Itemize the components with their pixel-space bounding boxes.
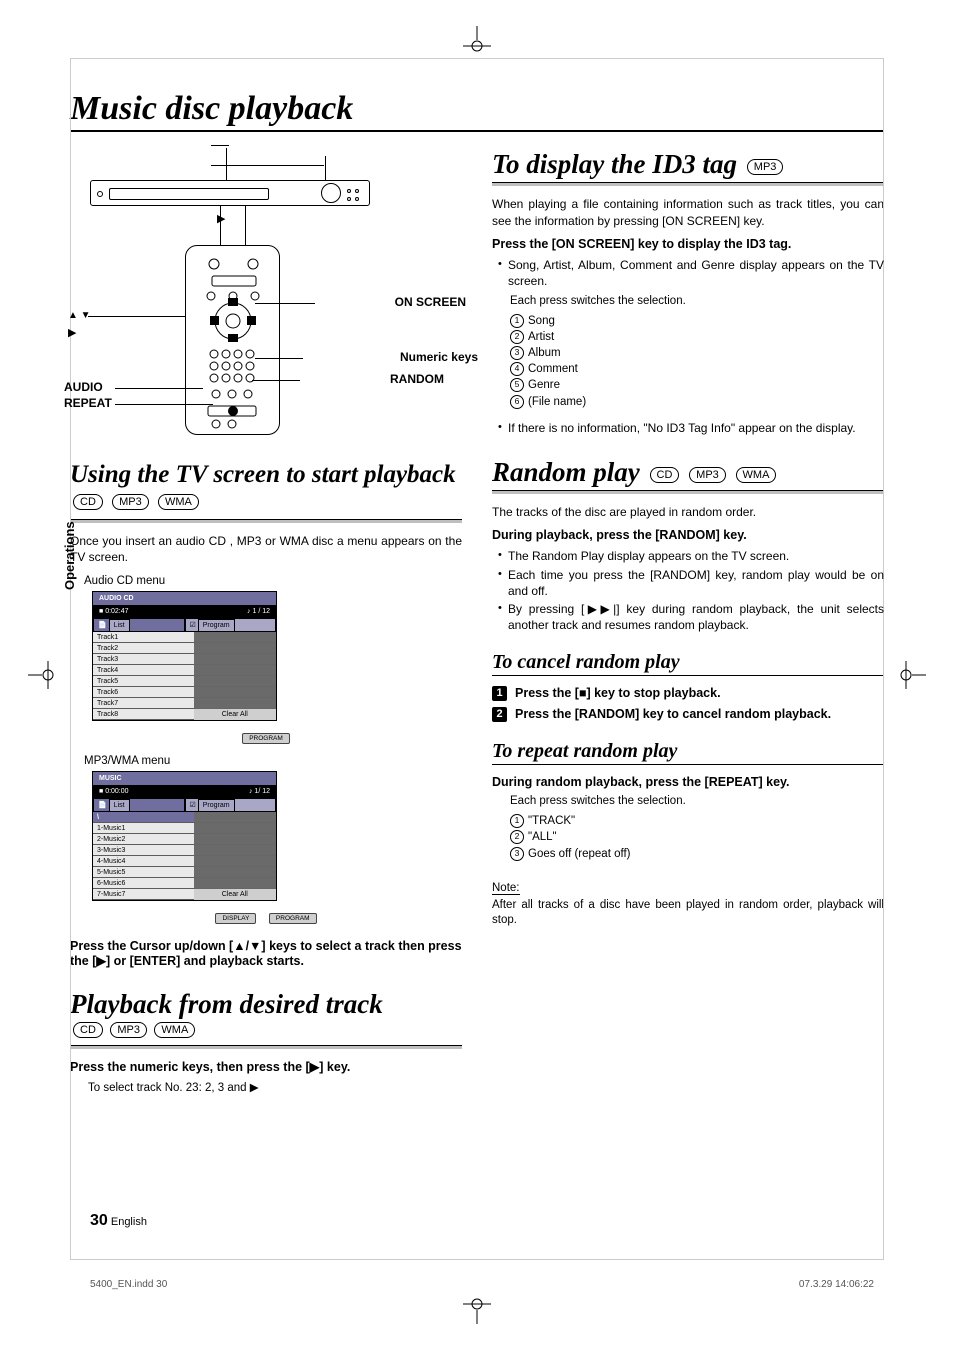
left-column: ▶ bbox=[70, 150, 462, 1100]
section-title-text: Random play bbox=[492, 457, 640, 487]
list-item: Comment bbox=[528, 361, 884, 377]
random-bullet: By pressing [▶▶|] key during random play… bbox=[498, 601, 884, 633]
section-random-play: Random play CD MP3 WMA bbox=[492, 458, 884, 486]
osd-btn-display: DISPLAY bbox=[215, 913, 256, 924]
id3-bullet-noinfo: If there is no information, "No ID3 Tag … bbox=[498, 420, 884, 436]
list-item: Album bbox=[528, 345, 884, 361]
section-title-text: To display the ID3 tag bbox=[492, 149, 737, 179]
page-number: 30 English bbox=[90, 1212, 147, 1230]
osd-title: MUSIC bbox=[93, 772, 276, 785]
id3-intro: When playing a file containing informati… bbox=[492, 196, 884, 228]
remote-control-illustration bbox=[185, 245, 280, 435]
numeric-example: To select track No. 23: 2, 3 and ▶ bbox=[88, 1080, 462, 1094]
list-item: Artist bbox=[528, 329, 884, 345]
tag-mp3: MP3 bbox=[112, 494, 149, 510]
id3-selection-list: Song Artist Album Comment Genre (File na… bbox=[510, 313, 884, 410]
tag-mp3: MP3 bbox=[110, 1022, 147, 1038]
label-numeric-keys: Numeric keys bbox=[400, 350, 478, 364]
cursor-instruction: Press the Cursor up/down [▲/▼] keys to s… bbox=[70, 939, 462, 968]
subsection-repeat-random: To repeat random play bbox=[492, 740, 884, 765]
osd-btn-program: PROGRAM bbox=[269, 913, 317, 924]
list-item: Genre bbox=[528, 377, 884, 393]
list-item: Song bbox=[528, 313, 884, 329]
tag-wma: WMA bbox=[154, 1022, 195, 1038]
osd-btn-program: PROGRAM bbox=[242, 733, 290, 744]
device-remote-diagram: ▶ bbox=[70, 150, 462, 440]
random-bullet: The Random Play display appears on the T… bbox=[498, 548, 884, 564]
repeat-bold: During random playback, press the [REPEA… bbox=[492, 775, 884, 789]
random-intro: The tracks of the disc are played in ran… bbox=[492, 504, 884, 520]
list-item: Goes off (repeat off) bbox=[528, 846, 884, 862]
subsection-cancel-random: To cancel random play bbox=[492, 651, 884, 676]
tag-cd: CD bbox=[650, 467, 680, 483]
intro-text: Once you insert an audio CD , MP3 or WMA… bbox=[70, 533, 462, 565]
random-bold: During playback, press the [RANDOM] key. bbox=[492, 528, 884, 542]
step-1: 1 Press the [■] key to stop playback. bbox=[492, 686, 884, 701]
list-item: "ALL" bbox=[528, 829, 884, 845]
repeat-switch-note: Each press switches the selection. bbox=[510, 795, 884, 807]
note-body: After all tracks of a disc have been pla… bbox=[492, 898, 884, 929]
dvd-player-illustration bbox=[90, 180, 370, 206]
label-random: RANDOM bbox=[390, 372, 444, 386]
page-title: Music disc playback bbox=[70, 90, 884, 132]
id3-switch-note: Each press switches the selection. bbox=[510, 295, 884, 307]
step-2: 2 Press the [RANDOM] key to cancel rando… bbox=[492, 707, 884, 722]
random-bullet: Each time you press the [RANDOM] key, ra… bbox=[498, 567, 884, 599]
caption-audio-cd-menu: Audio CD menu bbox=[84, 575, 462, 587]
tag-mp3: MP3 bbox=[689, 467, 726, 483]
cropmark-left bbox=[28, 655, 54, 695]
cropmark-bottom bbox=[457, 1298, 497, 1324]
osd-title: AUDIO CD bbox=[93, 592, 276, 605]
label-repeat: REPEAT bbox=[64, 396, 112, 410]
cropmark-top bbox=[457, 26, 497, 52]
tag-cd: CD bbox=[73, 494, 103, 510]
numeric-keys-instruction: Press the numeric keys, then press the [… bbox=[70, 1059, 462, 1074]
section-id3-tag: To display the ID3 tag MP3 bbox=[492, 150, 884, 178]
label-audio: AUDIO bbox=[64, 380, 103, 394]
list-item: "TRACK" bbox=[528, 813, 884, 829]
osd-mp3-wma: MUSIC ■ 0:00:00♪ 1/ 12 📄 List☑ Program \… bbox=[92, 771, 277, 901]
tag-mp3: MP3 bbox=[747, 159, 784, 175]
tag-wma: WMA bbox=[736, 467, 777, 483]
section-using-tv-screen: Using the TV screen to start playback CD… bbox=[70, 462, 462, 515]
tag-wma: WMA bbox=[158, 494, 199, 510]
right-column: To display the ID3 tag MP3 When playing … bbox=[492, 150, 884, 1100]
footer-filename: 5400_EN.indd 30 bbox=[90, 1279, 167, 1290]
note-label: Note: bbox=[492, 882, 520, 895]
list-item: (File name) bbox=[528, 394, 884, 410]
footer-timestamp: 07.3.29 14:06:22 bbox=[799, 1279, 874, 1290]
step-text: Press the [■] key to stop playback. bbox=[515, 686, 721, 701]
repeat-selection-list: "TRACK" "ALL" Goes off (repeat off) bbox=[510, 813, 884, 861]
caption-mp3-wma-menu: MP3/WMA menu bbox=[84, 755, 462, 767]
cropmark-right bbox=[900, 655, 926, 695]
tag-cd: CD bbox=[73, 1022, 103, 1038]
label-on-screen: ON SCREEN bbox=[395, 295, 466, 309]
id3-bold: Press the [ON SCREEN] key to display the… bbox=[492, 237, 884, 251]
osd-audio-cd: AUDIO CD ■ 0:02:47♪ 1 / 12 📄 List☑ Progr… bbox=[92, 591, 277, 721]
side-tab-operations: Operations bbox=[62, 521, 77, 590]
step-text: Press the [RANDOM] key to cancel random … bbox=[515, 707, 831, 722]
id3-bullet: Song, Artist, Album, Comment and Genre d… bbox=[498, 257, 884, 289]
section-title-text: Using the TV screen to start playback bbox=[70, 461, 456, 488]
section-playback-desired-track: Playback from desired track bbox=[70, 990, 462, 1018]
